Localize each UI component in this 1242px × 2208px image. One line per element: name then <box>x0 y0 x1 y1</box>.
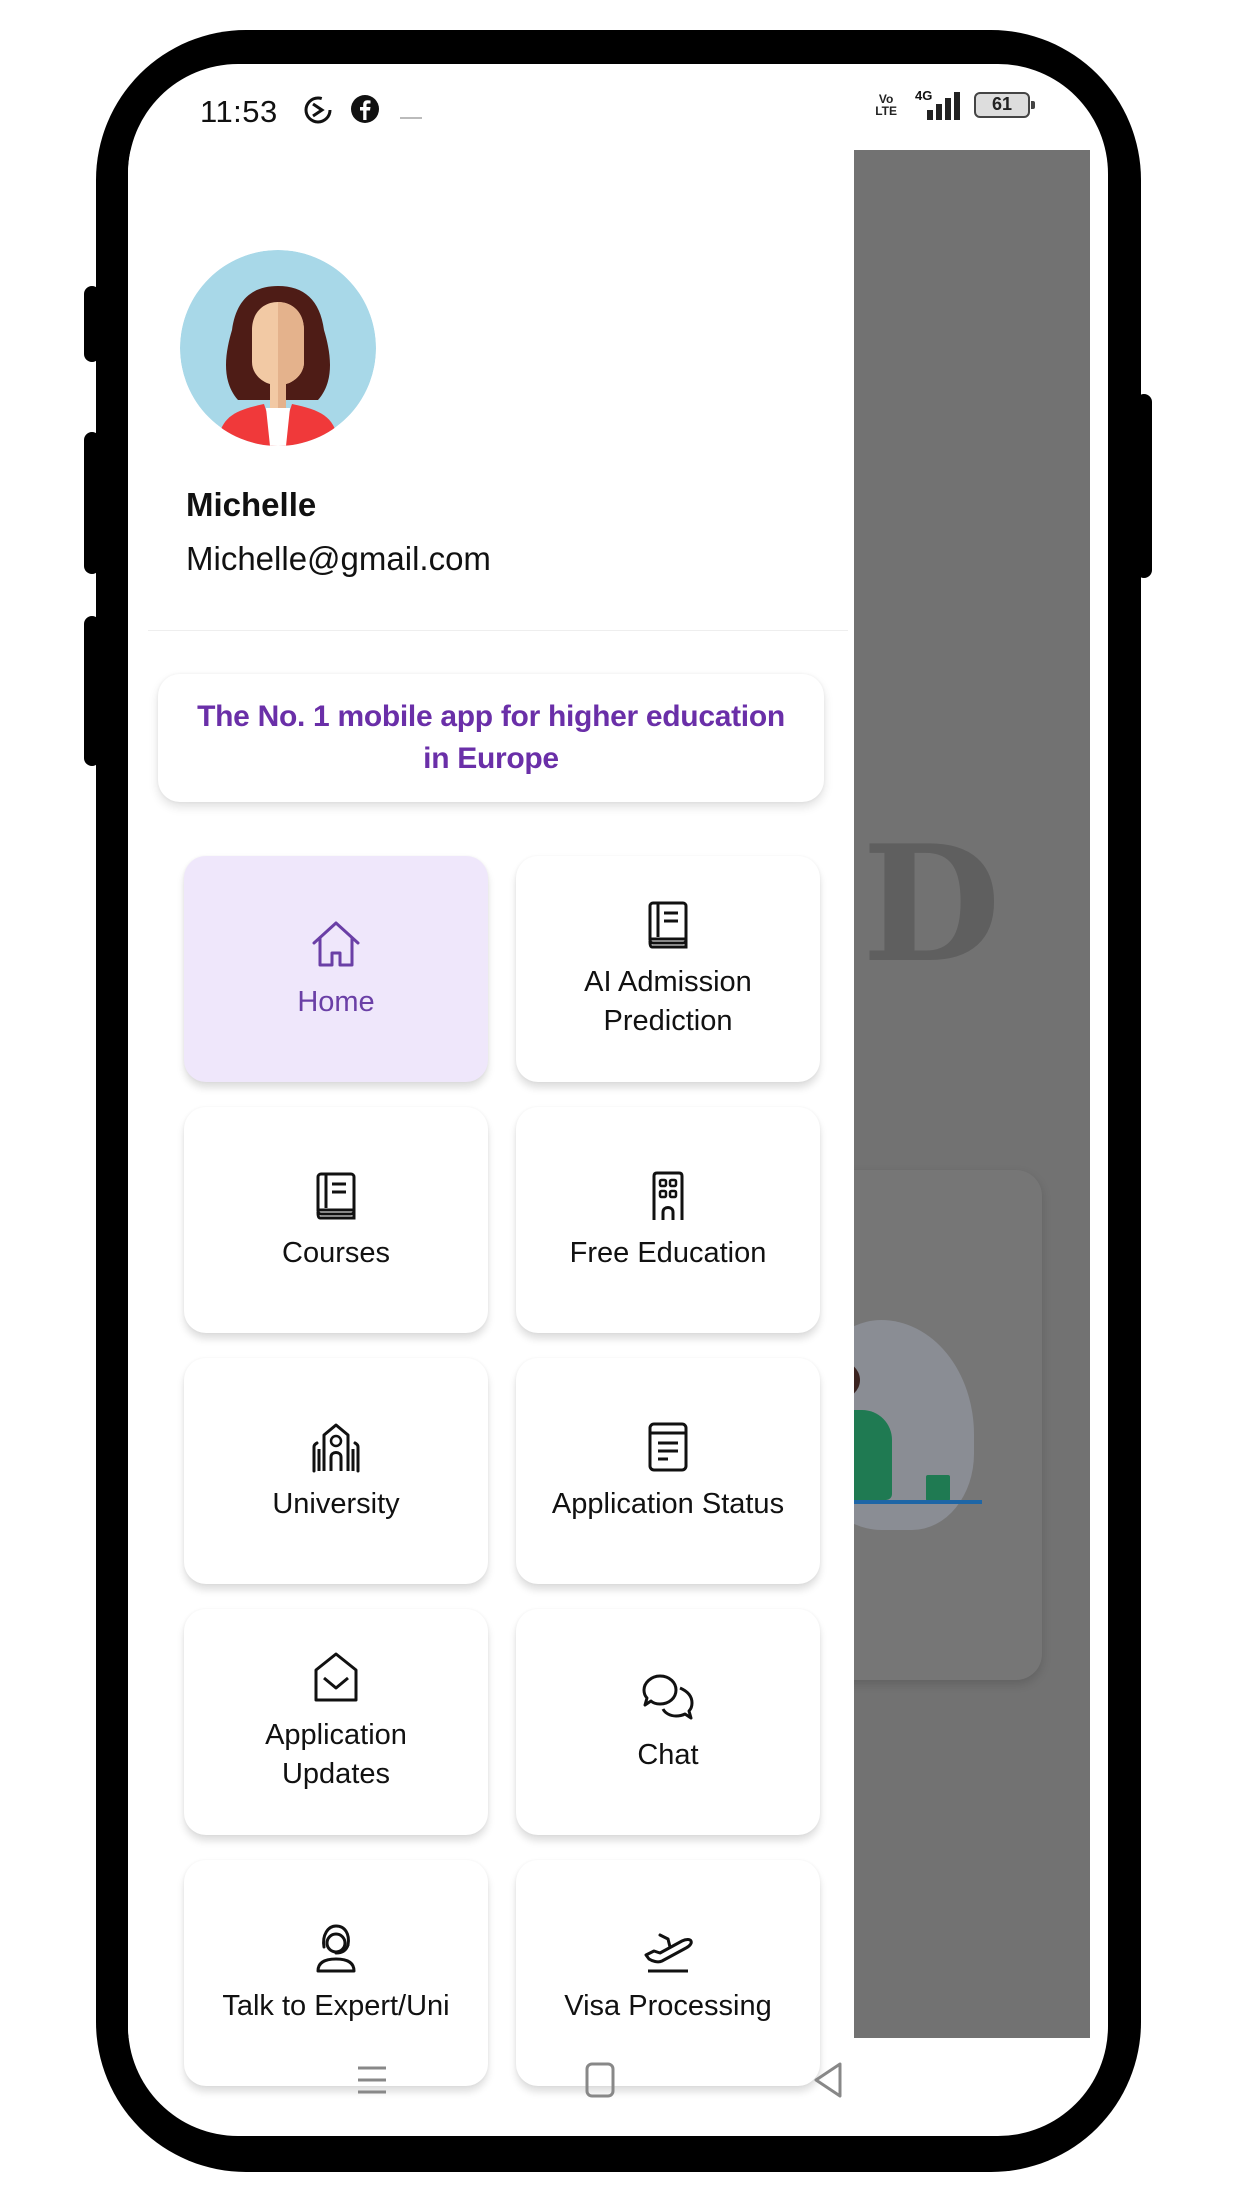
menu-item-label: Application Status <box>551 1487 785 1520</box>
menu-item-label: Free Education <box>569 1236 767 1269</box>
tagline-banner: The No. 1 mobile app for higher educatio… <box>158 674 824 802</box>
menu-item-university[interactable]: University <box>184 1358 488 1584</box>
book-icon <box>640 897 696 953</box>
status-bar: 11:53 Vo LTE 4G 61 <box>128 64 1108 150</box>
phone-side-button-left-3 <box>84 616 100 766</box>
headset-agent-icon <box>308 1921 364 1977</box>
user-name: Michelle <box>186 486 317 523</box>
background-page-scrim[interactable]: D at <box>854 150 1090 2038</box>
volte-indicator: Vo LTE <box>875 92 897 118</box>
home-icon <box>308 917 364 973</box>
network-type: 4G <box>915 88 933 103</box>
drawer-divider <box>148 630 848 631</box>
background-illustration-person <box>854 1410 892 1500</box>
system-nav-bar <box>128 2038 1108 2136</box>
menu-item-label: Application Updates <box>265 1719 407 1790</box>
menu-item-application-status[interactable]: Application Status <box>516 1358 820 1584</box>
menu-item-label: Courses <box>282 1236 390 1269</box>
chat-bubbles-icon <box>640 1670 696 1726</box>
battery-indicator: 61 <box>974 92 1035 118</box>
menu-item-label: University <box>272 1487 400 1520</box>
airplane-takeoff-icon <box>640 1921 696 1977</box>
woman-avatar-icon[interactable] <box>180 250 376 446</box>
recents-button[interactable] <box>352 2060 392 2100</box>
small-notification-icon <box>400 108 422 126</box>
building-icon <box>640 1168 696 1224</box>
document-icon <box>640 1419 696 1475</box>
menu-item-courses[interactable]: Courses <box>184 1107 488 1333</box>
status-time: 11:53 <box>200 94 278 129</box>
menu-item-label: AI Admission Prediction <box>584 966 752 1037</box>
background-illustration-desk <box>854 1500 982 1504</box>
menu-item-chat[interactable]: Chat <box>516 1609 820 1835</box>
phone-side-button-left-2 <box>84 432 100 574</box>
menu-grid: Home AI Admission Prediction Courses Fre… <box>184 856 820 2086</box>
menu-item-label: Chat <box>637 1738 699 1771</box>
facebook-icon <box>350 94 380 129</box>
phone-side-button-right <box>1136 394 1152 578</box>
home-nav-button[interactable] <box>580 2060 620 2100</box>
sync-circle-icon <box>302 94 334 131</box>
signal-icon: 4G <box>911 88 960 120</box>
menu-item-ai-admission-prediction[interactable]: AI Admission Prediction <box>516 856 820 1082</box>
background-card: at <box>854 1170 1042 1680</box>
back-button[interactable] <box>808 2060 848 2100</box>
menu-item-application-updates[interactable]: Application Updates <box>184 1609 488 1835</box>
menu-item-free-education[interactable]: Free Education <box>516 1107 820 1333</box>
navigation-drawer: Michelle Michelle@gmail.com The No. 1 mo… <box>128 150 854 2086</box>
user-email: Michelle@gmail.com <box>186 540 491 577</box>
status-right-group: Vo LTE 4G 61 <box>875 88 1035 120</box>
open-envelope-icon <box>308 1650 364 1706</box>
phone-side-button-left-1 <box>84 286 100 362</box>
menu-item-label: Talk to Expert/Uni <box>222 1989 450 2022</box>
university-icon <box>308 1419 364 1475</box>
menu-item-label: Visa Processing <box>564 1989 772 2022</box>
background-logo-letter: D <box>862 810 1001 998</box>
menu-item-label: Home <box>297 985 375 1018</box>
background-illustration-cup <box>926 1475 950 1501</box>
tagline-text: The No. 1 mobile app for higher educatio… <box>197 700 785 775</box>
book-icon <box>308 1168 364 1224</box>
phone-screen: 11:53 Vo LTE 4G 61 D Michelle Michelle@g… <box>128 64 1108 2136</box>
menu-item-home[interactable]: Home <box>184 856 488 1082</box>
